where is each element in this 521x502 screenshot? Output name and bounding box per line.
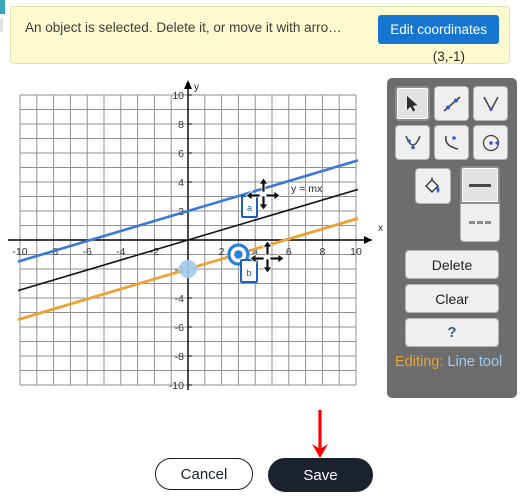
solid-line-icon (469, 183, 491, 187)
coordinate-readout: (3,-1) (432, 49, 465, 64)
tool-palette: Delete Clear ? Editing: Line tool (387, 78, 517, 398)
circle-dot-icon (482, 134, 499, 151)
svg-text:-4: -4 (175, 293, 184, 305)
help-button[interactable]: ? (405, 318, 499, 347)
editing-status-key: Editing: (395, 354, 444, 370)
svg-text:4: 4 (178, 177, 184, 189)
attention-arrow-icon (312, 410, 328, 458)
circle-tool-button[interactable] (473, 125, 508, 160)
svg-text:-6: -6 (175, 322, 184, 334)
palette-actions: Delete Clear ? (405, 250, 499, 352)
editing-status-value: Line tool (447, 354, 503, 370)
svg-text:-4: -4 (116, 246, 125, 258)
selection-message: An object is selected. Delete it, or mov… (25, 20, 342, 35)
point-unselected[interactable] (179, 260, 197, 278)
v-shape-icon (482, 96, 499, 112)
svg-text:-2: -2 (150, 246, 159, 258)
svg-text:8: 8 (319, 246, 325, 258)
svg-text:10: 10 (172, 90, 184, 102)
select-tool-button[interactable] (395, 86, 430, 121)
svg-text:6: 6 (178, 148, 184, 160)
svg-text:-10: -10 (169, 380, 184, 392)
point-label-b[interactable]: b (240, 259, 258, 283)
left-accent-strip-secondary (0, 18, 3, 32)
cancel-button[interactable]: Cancel (155, 458, 253, 490)
line-segment-icon (443, 95, 460, 112)
selection-banner: An object is selected. Delete it, or mov… (10, 6, 510, 64)
dashed-line-style-button[interactable] (460, 204, 500, 242)
save-button[interactable]: Save (268, 458, 373, 492)
line-style-stack (460, 166, 500, 242)
svg-text:2: 2 (219, 246, 225, 258)
svg-text:-6: -6 (83, 246, 92, 258)
line-equation-annotation: y = mx (291, 183, 323, 195)
svg-text:6: 6 (286, 246, 292, 258)
square-root-tool-button[interactable] (434, 125, 469, 160)
cursor-arrow-icon (406, 95, 417, 111)
clear-button[interactable]: Clear (405, 284, 499, 313)
x-axis-arrow (364, 236, 372, 244)
tool-grid (395, 86, 509, 160)
svg-text:8: 8 (178, 119, 184, 131)
style-controls (415, 166, 515, 244)
absolute-value-tool-button[interactable] (473, 86, 508, 121)
svg-text:a: a (247, 203, 252, 213)
parabola-tool-button[interactable] (395, 125, 430, 160)
svg-text:10: 10 (350, 246, 362, 258)
left-accent-strip (0, 0, 5, 14)
x-axis-label: x (378, 223, 383, 234)
svg-text:-8: -8 (175, 351, 184, 363)
svg-text:b: b (246, 268, 251, 279)
line-tool-button[interactable] (434, 86, 469, 121)
fill-tool-button[interactable] (415, 168, 451, 204)
sqrt-curve-icon (444, 135, 458, 150)
parabola-icon (404, 135, 421, 149)
y-axis-arrow (184, 80, 192, 89)
solid-line-style-button[interactable] (460, 166, 500, 204)
svg-text:-10: -10 (12, 246, 27, 258)
edit-coordinates-button[interactable]: Edit coordinates (378, 15, 499, 44)
point-label-a[interactable]: a (241, 195, 258, 218)
delete-button[interactable]: Delete (405, 250, 499, 279)
axes (8, 82, 372, 390)
dialog-footer: Cancel Save (0, 455, 521, 501)
coordinate-plane-svg[interactable]: x y -10 -8 -6 -4 -2 2 4 6 8 10 10 8 6 4 (0, 70, 385, 400)
y-axis-label: y (194, 82, 199, 93)
editing-status: Editing: Line tool (395, 354, 511, 371)
graph-canvas[interactable]: x y -10 -8 -6 -4 -2 2 4 6 8 10 10 8 6 4 (0, 70, 385, 400)
graphing-dialog: An object is selected. Delete it, or mov… (0, 0, 521, 502)
dashed-line-icon (469, 221, 491, 224)
paint-bucket-icon (425, 177, 440, 193)
